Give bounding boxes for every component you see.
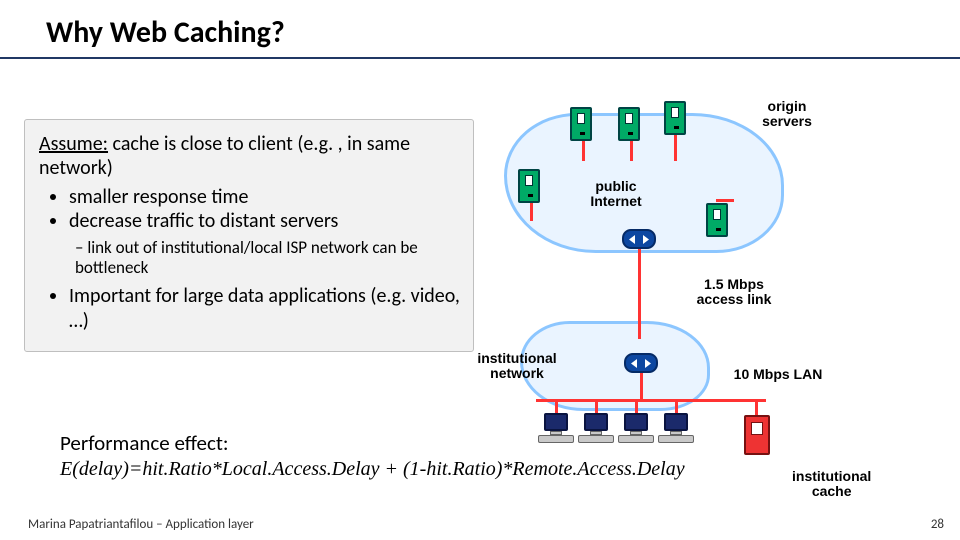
server-icon bbox=[570, 107, 592, 141]
network-diagram: origin servers public Internet 1.5 Mbps … bbox=[490, 99, 935, 439]
assume-lead: Assume: bbox=[39, 132, 108, 156]
link-line bbox=[640, 371, 643, 401]
link-line bbox=[674, 131, 677, 161]
router-icon bbox=[622, 229, 656, 249]
sub-bullet-1: link out of institutional/local ISP netw… bbox=[75, 238, 461, 279]
performance-formula: E(delay)=hit.Ratio*Local.Access.Delay + … bbox=[60, 458, 900, 481]
link-line bbox=[630, 139, 633, 161]
server-icon bbox=[618, 107, 640, 141]
link-line bbox=[716, 199, 734, 202]
footer-text: Marina Papatriantafilou – Application la… bbox=[28, 517, 254, 532]
sub-bullet-list: link out of institutional/local ISP netw… bbox=[75, 238, 461, 279]
title-area: Why Web Caching? bbox=[0, 0, 960, 51]
text-box: Assume: cache is close to client (e.g. ,… bbox=[24, 119, 474, 352]
performance-heading: Performance effect: bbox=[60, 430, 900, 456]
router-icon bbox=[624, 353, 658, 373]
link-line bbox=[582, 139, 585, 161]
link-line bbox=[638, 239, 641, 339]
lan-bus bbox=[536, 399, 766, 402]
server-icon bbox=[518, 169, 540, 203]
institutional-network-label: institutional network bbox=[464, 351, 570, 382]
access-link-label: 1.5 Mbps access link bbox=[684, 277, 784, 308]
server-icon bbox=[706, 203, 728, 237]
assume-line: Assume: cache is close to client (e.g. ,… bbox=[39, 132, 461, 181]
bullet-3: Important for large data applications (e… bbox=[69, 284, 461, 333]
bullet-2: decrease traffic to distant servers bbox=[69, 209, 461, 233]
slide-title: Why Web Caching? bbox=[46, 14, 960, 51]
performance-block: Performance effect: E(delay)=hit.Ratio*L… bbox=[60, 430, 900, 481]
server-icon bbox=[664, 101, 686, 135]
page-number: 28 bbox=[931, 517, 944, 532]
lan-label: 10 Mbps LAN bbox=[718, 367, 838, 382]
bullet-list-2: Important for large data applications (e… bbox=[69, 284, 461, 333]
bullet-list: smaller response time decrease traffic t… bbox=[69, 185, 461, 234]
link-line bbox=[755, 401, 758, 415]
public-internet-label: public Internet bbox=[576, 179, 656, 210]
origin-servers-label: origin servers bbox=[742, 99, 832, 130]
bullet-1: smaller response time bbox=[69, 185, 461, 209]
link-line bbox=[530, 203, 533, 221]
